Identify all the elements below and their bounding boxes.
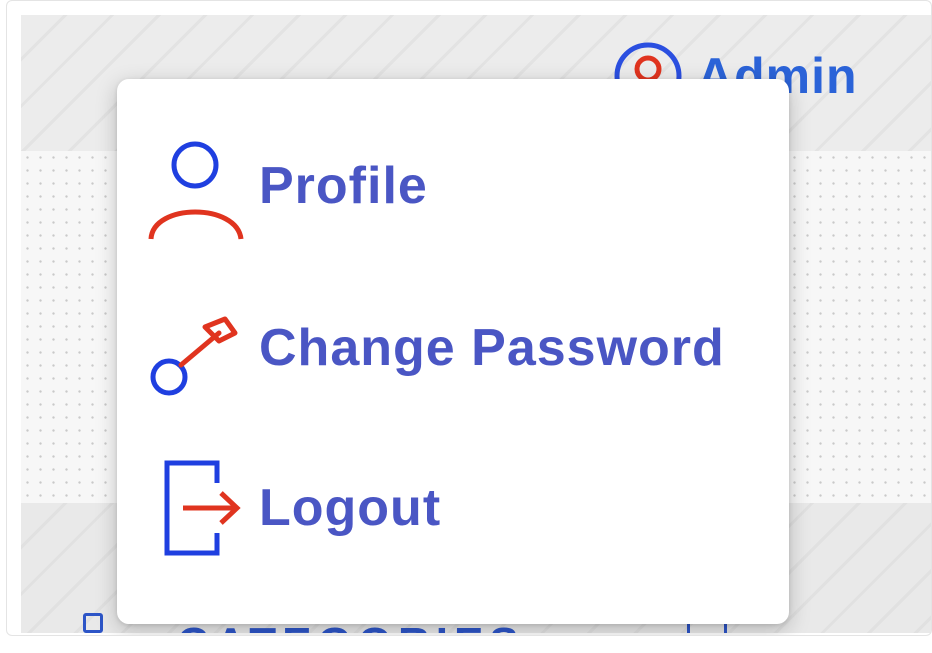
change-password-menu-item[interactable]: Change Password bbox=[145, 293, 725, 403]
screenshot-frame: Admin CATEGORIES Profile Change Password bbox=[6, 0, 932, 636]
key-icon bbox=[150, 316, 238, 396]
profile-label: Profile bbox=[259, 157, 428, 215]
user-dropdown-menu: Profile Change Password Logout bbox=[117, 79, 789, 624]
logout-label: Logout bbox=[259, 479, 442, 537]
logout-icon bbox=[164, 460, 241, 556]
categories-icon bbox=[83, 613, 103, 633]
user-icon bbox=[148, 141, 244, 240]
change-password-label: Change Password bbox=[259, 319, 725, 377]
profile-menu-item[interactable]: Profile bbox=[145, 131, 428, 241]
logout-menu-item[interactable]: Logout bbox=[145, 453, 441, 563]
